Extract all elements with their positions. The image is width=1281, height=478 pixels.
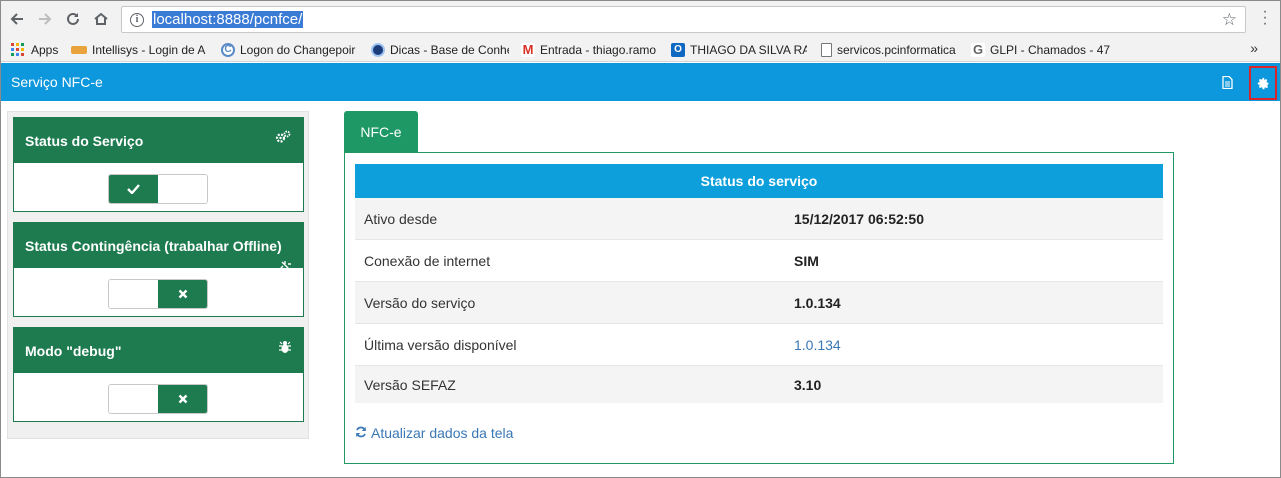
bookmark-servicos[interactable]: servicos.pcinformatica: [821, 37, 959, 62]
card-header: Status Contingência (trabalhar Offline): [14, 223, 303, 270]
dicas-favicon: [371, 42, 385, 57]
toggle-on-segment[interactable]: [109, 280, 158, 308]
refresh-label: Atualizar dados da tela: [371, 425, 514, 441]
app-navbar: Serviço NFC-e: [1, 63, 1280, 101]
card-debug-mode: Modo "debug": [13, 327, 304, 422]
forward-button[interactable]: [33, 7, 57, 31]
bookmarks-bar: Apps Intellisys - Login de A C Logon do …: [1, 37, 1280, 62]
times-icon: [178, 289, 187, 299]
row-value: 15/12/2017 06:52:50: [794, 210, 924, 227]
info-icon[interactable]: i: [130, 12, 144, 27]
page-icon: [821, 42, 832, 57]
bookmark-apps[interactable]: Apps: [11, 37, 58, 62]
service-status-toggle[interactable]: [108, 174, 208, 204]
row-value: 3.10: [794, 376, 822, 393]
row-value: SIM: [794, 252, 819, 269]
bookmark-glpi[interactable]: G GLPI - Chamados - 47: [971, 37, 1111, 62]
bookmark-gmail[interactable]: M Entrada - thiago.ramo: [521, 37, 661, 62]
url-highlight: localhost:8888/pcnfce/: [152, 11, 304, 28]
bookmark-label: Entrada - thiago.ramo: [540, 42, 657, 57]
bookmark-star-icon[interactable]: ☆: [1222, 10, 1237, 30]
card-title: Status Contingência (trabalhar Offline): [25, 238, 282, 254]
check-icon: [127, 184, 140, 194]
bookmark-label: Intellisys - Login de A: [92, 42, 206, 57]
bookmark-label: Dicas - Base de Conhe: [390, 42, 509, 57]
gmail-icon: M: [521, 42, 535, 57]
intellisys-favicon: [71, 45, 87, 54]
status-panel: Status do serviço Ativo desde 15/12/2017…: [344, 152, 1174, 464]
plug-icon: [279, 257, 291, 273]
sidebar: Status do Serviço Status Contingência (t…: [7, 111, 309, 439]
toggle-off-segment[interactable]: [158, 280, 207, 308]
table-row: Última versão disponível 1.0.134: [355, 324, 1163, 366]
row-label: Conexão de internet: [364, 252, 491, 269]
bookmark-label: servicos.pcinformatica: [837, 42, 956, 57]
table-row: Ativo desde 15/12/2017 06:52:50: [355, 198, 1163, 240]
apps-grid-icon: [11, 42, 25, 57]
bookmark-intellisys[interactable]: Intellisys - Login de A: [71, 37, 207, 62]
card-header: Status do Serviço: [14, 118, 303, 163]
toggle-off-segment[interactable]: [158, 385, 207, 413]
glpi-favicon: G: [971, 42, 985, 57]
bookmark-outlook[interactable]: O THIAGO DA SILVA RA: [671, 37, 807, 62]
bug-icon: [279, 340, 291, 357]
toggle-off-segment[interactable]: [158, 175, 207, 203]
card-service-status: Status do Serviço: [13, 117, 304, 212]
card-contingency-status: Status Contingência (trabalhar Offline): [13, 222, 304, 317]
table-row: Conexão de internet SIM: [355, 240, 1163, 282]
toggle-on-segment[interactable]: [109, 175, 158, 203]
row-value: 1.0.134: [794, 294, 841, 311]
row-label: Ativo desde: [364, 210, 438, 227]
bookmark-label: Logon do Changepoir: [240, 42, 356, 57]
bookmark-label: Apps: [31, 42, 59, 57]
address-bar[interactable]: i localhost:8888/pcnfce/ ☆: [121, 6, 1246, 33]
tab-nfce[interactable]: NFC-e: [344, 111, 418, 153]
home-button[interactable]: [89, 7, 113, 31]
app-title[interactable]: Serviço NFC-e: [11, 74, 103, 90]
browser-toolbar: i localhost:8888/pcnfce/ ☆ · · ·: [1, 1, 1280, 37]
card-title: Modo "debug": [25, 343, 122, 359]
url-text[interactable]: localhost:8888/pcnfce/: [152, 11, 304, 28]
reload-button[interactable]: [61, 7, 85, 31]
bookmark-changepoint[interactable]: C Logon do Changepoir: [221, 37, 357, 62]
bookmark-dicas[interactable]: Dicas - Base de Conhe: [371, 37, 509, 62]
times-icon: [178, 394, 187, 404]
row-label: Versão SEFAZ: [364, 376, 456, 393]
bookmark-label: GLPI - Chamados - 47: [990, 42, 1111, 57]
settings-gear-icon[interactable]: [1249, 66, 1277, 100]
back-button[interactable]: [5, 7, 29, 31]
refresh-link[interactable]: Atualizar dados da tela: [355, 425, 513, 441]
document-icon[interactable]: [1218, 72, 1236, 92]
bookmark-label: THIAGO DA SILVA RA: [690, 42, 807, 57]
contingency-toggle[interactable]: [108, 279, 208, 309]
status-table-title: Status do serviço: [355, 164, 1163, 198]
browser-menu-icon[interactable]: · · ·: [1262, 4, 1268, 32]
table-row: Versão SEFAZ 3.10: [355, 366, 1163, 403]
debug-toggle[interactable]: [108, 384, 208, 414]
toggle-on-segment[interactable]: [109, 385, 158, 413]
table-row: Versão do serviço 1.0.134: [355, 282, 1163, 324]
row-label: Última versão disponível: [364, 336, 517, 353]
more-bookmarks-icon[interactable]: »: [1250, 40, 1258, 56]
cogs-icon: [275, 130, 291, 147]
card-header: Modo "debug": [14, 328, 303, 373]
row-label: Versão do serviço: [364, 294, 476, 311]
outlook-icon: O: [671, 42, 685, 57]
latest-version-link[interactable]: 1.0.134: [794, 337, 841, 353]
refresh-icon: [355, 425, 367, 441]
card-title: Status do Serviço: [25, 133, 144, 149]
changepoint-favicon: C: [221, 42, 235, 57]
